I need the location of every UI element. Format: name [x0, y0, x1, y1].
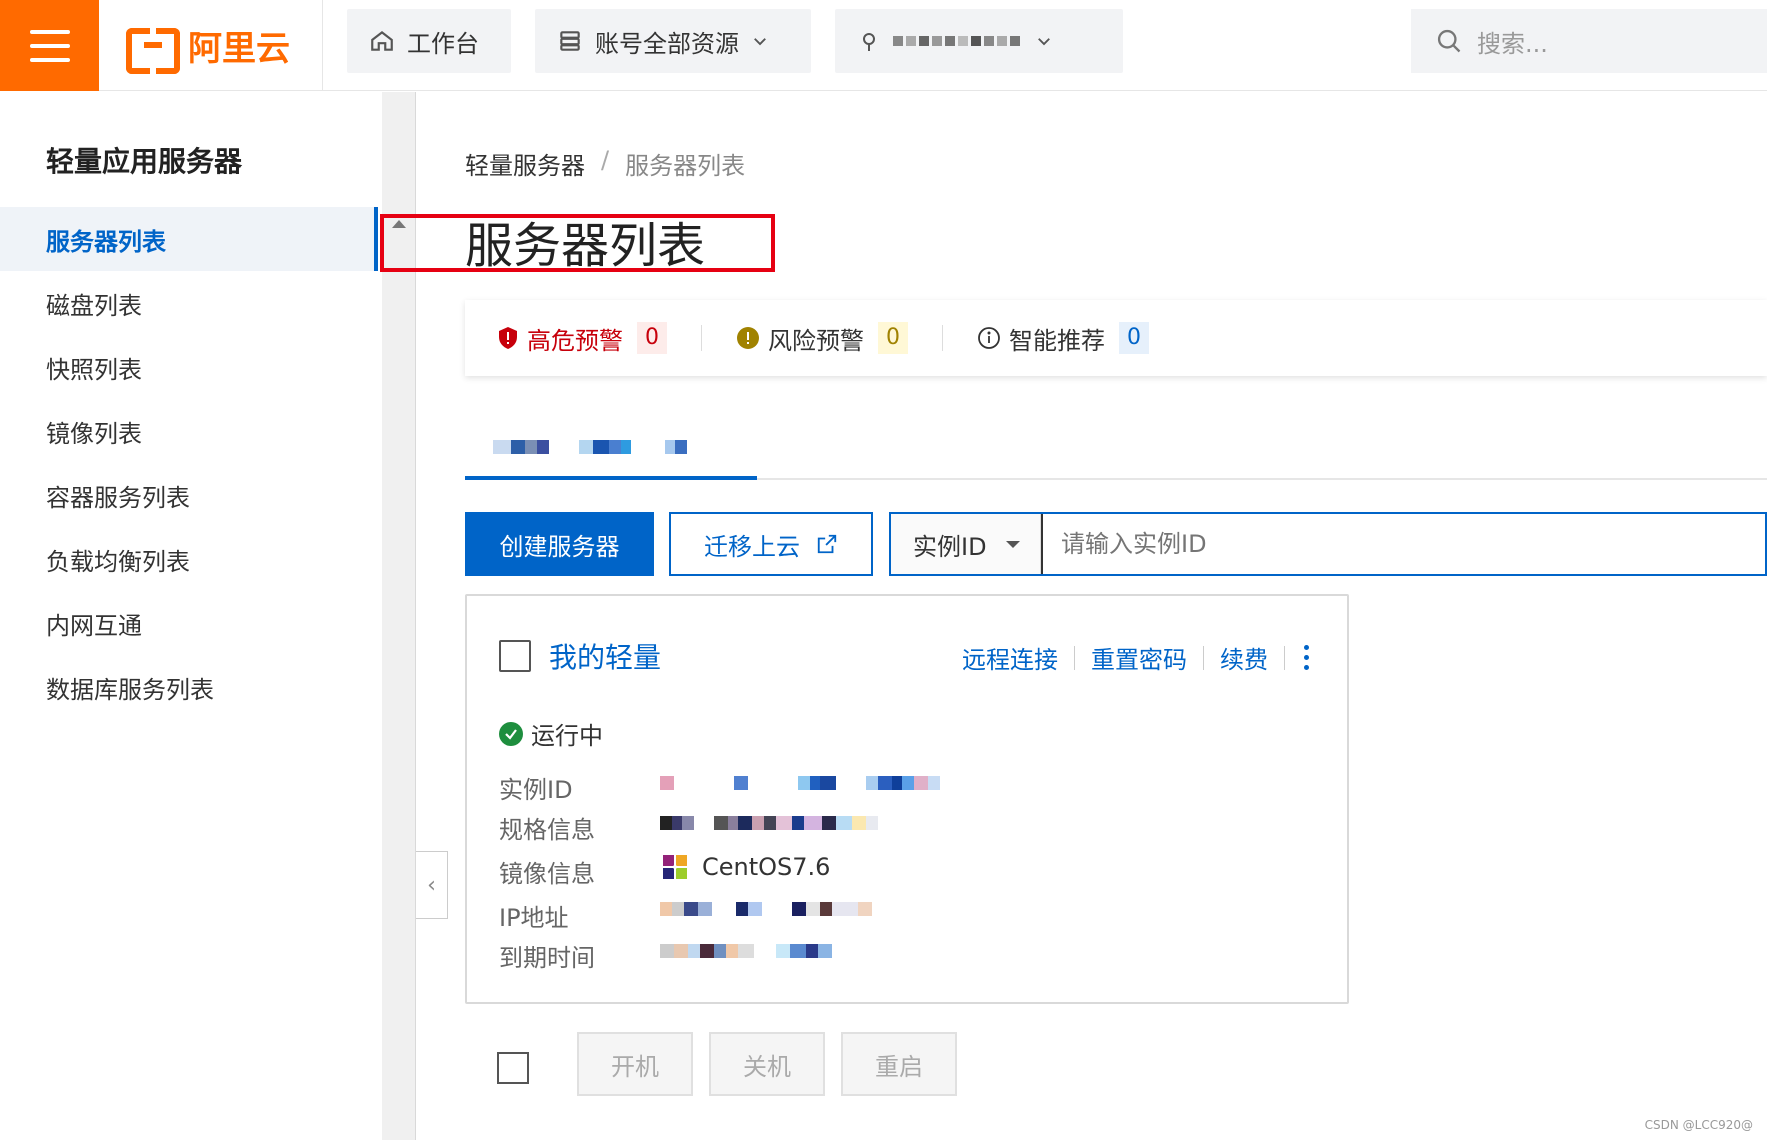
global-search[interactable]: 搜索... — [1411, 9, 1767, 73]
alert-divider — [942, 325, 943, 351]
more-options-icon[interactable] — [1301, 645, 1311, 670]
shield-alert-icon — [499, 327, 517, 349]
risk-count: 0 — [878, 322, 908, 354]
expire-value-redacted — [660, 940, 832, 962]
ip-label: IP地址 — [499, 904, 569, 932]
info-icon — [978, 327, 1000, 349]
instance-id-input[interactable] — [1041, 514, 1765, 574]
card-actions: 远程连接 重置密码 续费 — [962, 640, 1311, 675]
region-dropdown[interactable] — [835, 9, 1123, 73]
sidebar-item-snapshot-list[interactable]: 快照列表 — [0, 335, 378, 399]
ip-value-redacted[interactable] — [660, 898, 872, 920]
home-icon — [371, 30, 393, 51]
logo-text: 阿里云 — [188, 28, 290, 69]
action-divider — [1284, 645, 1285, 670]
image-value: CentOS7.6 — [660, 852, 830, 882]
spec-value-redacted — [660, 812, 878, 834]
sidebar-item-container-list[interactable]: 容器服务列表 — [0, 463, 378, 527]
workbench-label: 工作台 — [407, 29, 479, 58]
recommend-count: 0 — [1119, 322, 1149, 354]
search-field-value: 实例ID — [913, 532, 987, 561]
breadcrumb-separator: / — [601, 146, 610, 174]
smart-recommend[interactable]: 智能推荐 0 — [977, 321, 1149, 356]
instance-id-value-redacted[interactable] — [660, 772, 940, 794]
risk-label: 风险预警 — [768, 326, 864, 355]
centos-logo-icon — [663, 855, 687, 879]
server-card: 我的轻量 远程连接 重置密码 续费 运行中 实例ID 规格信息 镜像信息 Cen… — [465, 594, 1349, 1004]
sidebar-item-database-list[interactable]: 数据库服务列表 — [0, 655, 378, 719]
chevron-left-icon: ‹ — [427, 872, 436, 898]
workbench-button[interactable]: 工作台 — [347, 9, 511, 73]
search-placeholder: 搜索... — [1477, 29, 1548, 58]
reset-password-link[interactable]: 重置密码 — [1091, 640, 1187, 675]
power-off-button[interactable]: 关机 — [709, 1032, 825, 1096]
aliyun-logo-mark-icon — [126, 28, 180, 74]
breadcrumb-root[interactable]: 轻量服务器 — [465, 146, 585, 181]
breadcrumb: 轻量服务器 / 服务器列表 — [465, 146, 745, 181]
sidebar-item-intranet[interactable]: 内网互通 — [0, 591, 378, 655]
chevron-down-icon — [754, 38, 766, 46]
image-value-text: CentOS7.6 — [702, 853, 831, 881]
breadcrumb-current: 服务器列表 — [625, 152, 746, 180]
external-link-icon — [817, 534, 837, 554]
migrate-label: 迁移上云 — [704, 532, 800, 561]
tab-label-redacted — [493, 436, 687, 458]
high-risk-count: 0 — [637, 322, 667, 354]
location-pin-icon — [863, 33, 875, 51]
warning-icon — [737, 327, 759, 349]
watermark: CSDN @LCC920@ — [1644, 1118, 1753, 1132]
server-select-checkbox[interactable] — [499, 640, 531, 672]
top-divider — [322, 0, 323, 91]
instance-search-group: 实例ID — [889, 512, 1767, 576]
tab-region-active[interactable] — [465, 418, 757, 480]
high-risk-alert[interactable]: 高危预警 0 — [497, 321, 667, 356]
sidebar-item-image-list[interactable]: 镜像列表 — [0, 399, 378, 463]
spec-label: 规格信息 — [499, 816, 595, 844]
alert-summary-bar: 高危预警 0 风险预警 0 智能推荐 0 — [465, 300, 1767, 376]
resources-dropdown[interactable]: 账号全部资源 — [535, 9, 811, 73]
region-tabs — [465, 418, 1767, 480]
caret-down-icon — [1006, 540, 1020, 548]
server-status: 运行中 — [499, 716, 603, 751]
recommend-label: 智能推荐 — [1009, 326, 1105, 355]
sidebar-item-disk-list[interactable]: 磁盘列表 — [0, 271, 378, 335]
image-label: 镜像信息 — [499, 860, 595, 888]
highlight-annotation-box — [380, 214, 775, 272]
hamburger-menu-icon[interactable] — [0, 0, 99, 91]
create-server-button[interactable]: 创建服务器 — [465, 512, 654, 576]
remote-connect-link[interactable]: 远程连接 — [962, 640, 1058, 675]
search-field-select[interactable]: 实例ID — [891, 514, 1041, 574]
resources-label: 账号全部资源 — [595, 29, 739, 58]
power-on-button[interactable]: 开机 — [577, 1032, 693, 1096]
action-divider — [1074, 645, 1075, 670]
high-risk-label: 高危预警 — [527, 326, 623, 355]
expire-label: 到期时间 — [499, 944, 595, 972]
sidebar-item-load-balancer-list[interactable]: 负载均衡列表 — [0, 527, 378, 591]
sidebar: 轻量应用服务器 服务器列表 磁盘列表 快照列表 镜像列表 容器服务列表 负载均衡… — [0, 92, 382, 1140]
risk-alert[interactable]: 风险预警 0 — [736, 321, 908, 356]
sidebar-collapse-button[interactable]: ‹ — [416, 851, 448, 919]
chevron-down-icon — [1038, 38, 1050, 46]
select-all-checkbox[interactable] — [497, 1052, 529, 1084]
renew-link[interactable]: 续费 — [1220, 640, 1268, 675]
instance-id-label: 实例ID — [499, 776, 573, 804]
sidebar-title: 轻量应用服务器 — [46, 145, 243, 178]
region-label-redacted — [893, 36, 1023, 46]
restart-button[interactable]: 重启 — [841, 1032, 957, 1096]
search-icon — [1437, 29, 1461, 53]
action-divider — [1203, 645, 1204, 670]
status-text: 运行中 — [531, 722, 603, 750]
server-name-link[interactable]: 我的轻量 — [549, 636, 661, 676]
top-bar: 阿里云 工作台 账号全部资源 搜索... — [0, 0, 1767, 91]
alert-divider — [701, 325, 702, 351]
migrate-to-cloud-button[interactable]: 迁移上云 — [669, 512, 873, 576]
sidebar-item-server-list[interactable]: 服务器列表 — [0, 207, 378, 271]
resources-stack-icon — [560, 31, 580, 51]
check-circle-icon — [499, 721, 523, 746]
aliyun-logo[interactable]: 阿里云 — [126, 22, 290, 74]
